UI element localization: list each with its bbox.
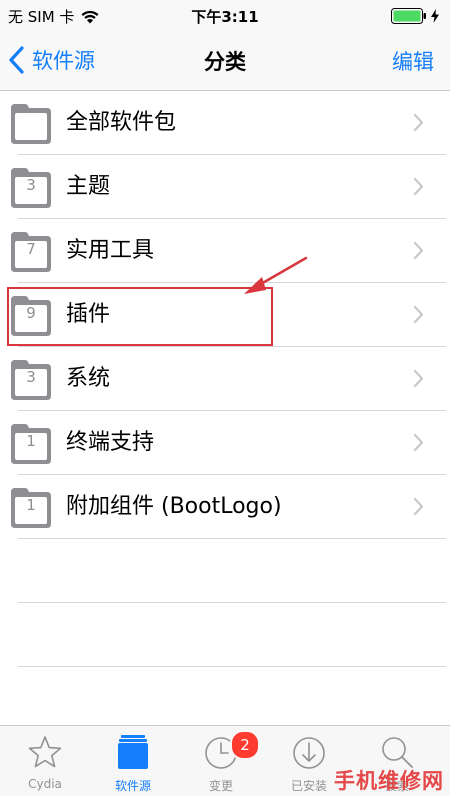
empty-row [0,603,450,667]
category-row-all[interactable]: 全部软件包 [0,91,450,155]
chevron-right-icon [413,305,424,324]
category-row-addons[interactable]: 1 附加组件 (BootLogo) [0,475,450,539]
sources-icon [118,735,148,769]
category-label: 全部软件包 [66,110,177,135]
charging-bolt-icon [431,9,439,23]
category-row-system[interactable]: 3 系统 [0,347,450,411]
category-label: 终端支持 [66,430,155,455]
tab-label: 软件源 [114,779,151,793]
tab-sources[interactable]: 软件源 [88,726,178,796]
navigation-bar: 软件源 分类 编辑 [0,34,450,91]
tab-changes[interactable]: 2 变更 [176,726,266,796]
folder-icon [11,104,51,144]
chevron-right-icon [413,177,424,196]
category-row-utilities[interactable]: 7 实用工具 [0,219,450,283]
page-title: 分类 [204,50,246,74]
edit-button[interactable]: 编辑 [392,46,434,76]
chevron-right-icon [413,241,424,260]
chevron-right-icon [413,497,424,516]
status-time: 下午3:11 [191,8,259,26]
folder-count: 7 [26,240,36,258]
folder-count: 3 [26,368,36,386]
status-bar: 无 SIM 卡 下午3:11 [0,0,450,34]
category-label: 附加组件 (BootLogo) [66,494,282,519]
highlight-box [7,287,273,346]
annotation-arrow [244,256,308,294]
category-row-terminal[interactable]: 1 终端支持 [0,411,450,475]
battery-icon [391,8,426,24]
star-icon [28,736,62,768]
tab-label: 变更 [208,779,233,793]
download-icon [293,737,325,769]
folder-count: 1 [26,432,36,450]
category-label: 主题 [66,174,111,199]
category-label: 实用工具 [66,238,155,263]
chevron-right-icon [413,113,424,132]
chevron-right-icon [413,369,424,388]
tab-cydia[interactable]: Cydia [0,726,90,796]
chevron-right-icon [413,433,424,452]
category-row-themes[interactable]: 3 主题 [0,155,450,219]
watermark: 手机维修网 [334,769,444,793]
changes-badge: 2 [230,730,260,760]
folder-count: 1 [26,496,36,514]
tab-label: Cydia [28,777,62,791]
folder-count: 3 [26,176,36,194]
category-list: 全部软件包 3 主题 7 实用工具 9 插件 3 系统 1 终端支持 1 附加组… [0,91,450,667]
status-right [391,8,440,24]
category-label: 系统 [66,366,111,391]
empty-row [0,539,450,603]
